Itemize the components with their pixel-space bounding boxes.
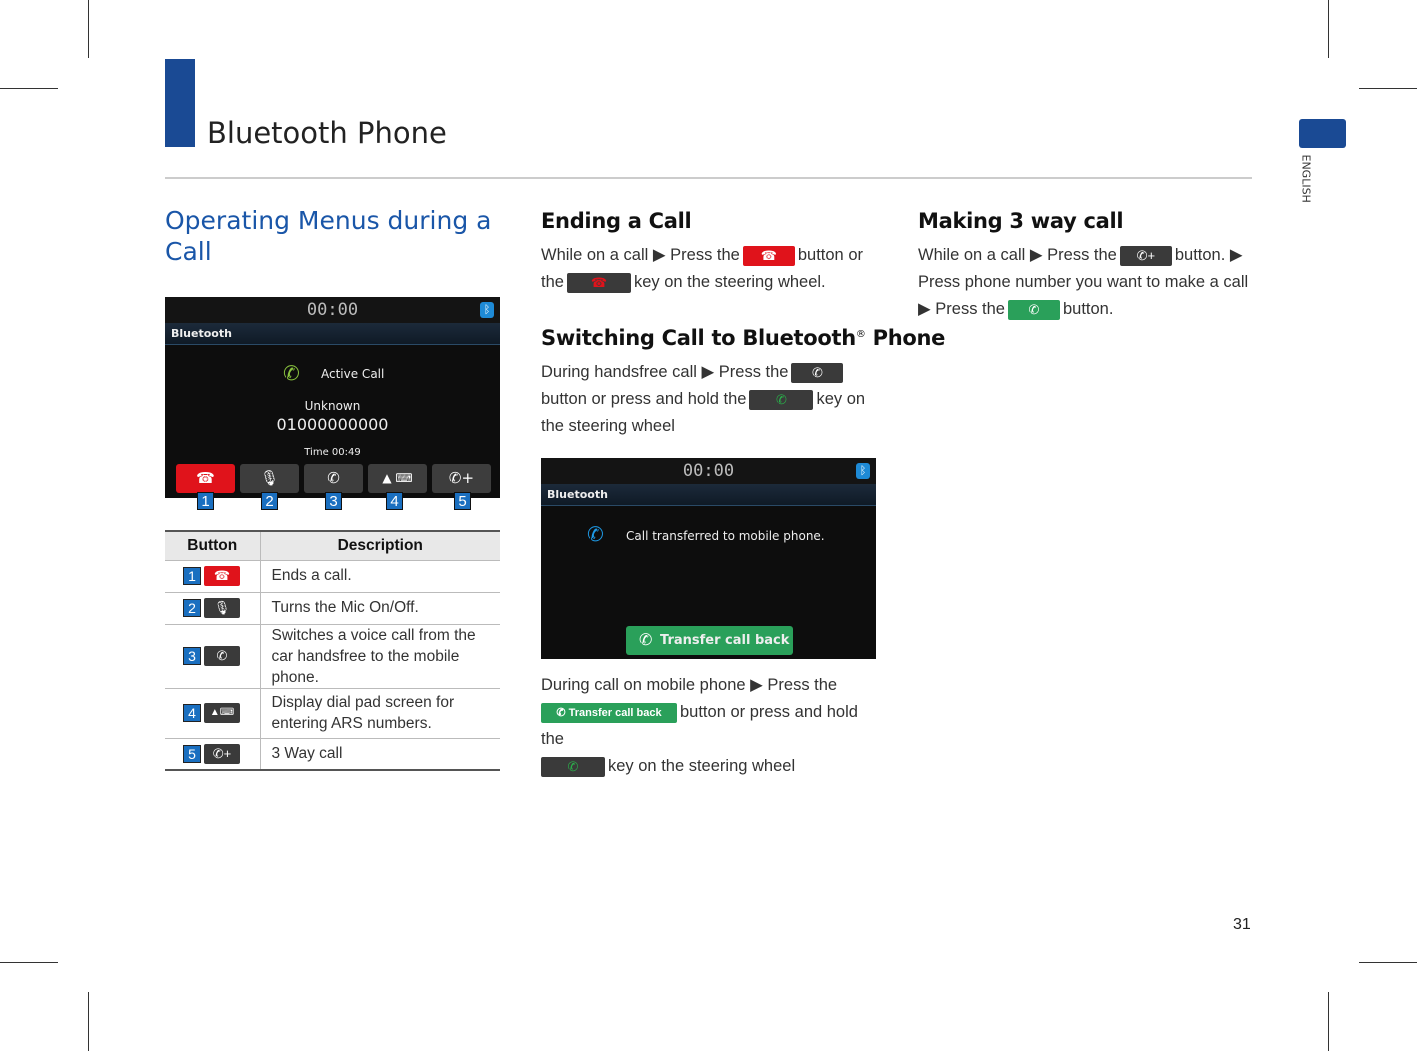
phone-icon: ✆ [639,630,653,649]
heading-3way-call: Making 3 way call [918,209,1124,233]
row-number: 5 [183,744,201,763]
call-icon: ✆ [1007,299,1060,320]
callout-4: 4 [386,492,403,510]
crop-mark [1328,0,1329,58]
chapter-bar [165,59,195,147]
table-row: 4 ▲⌨ Display dial pad screen for entering … [165,687,500,738]
switching-text: During handsfree call ▶ Press the ✆button… [541,359,877,440]
text: During handsfree call ▶ Press the [541,363,789,381]
steering-call-key-icon: ✆ [541,756,605,777]
side-tab [1299,119,1346,148]
row-description: Display dial pad screen for entering ARS… [260,687,500,738]
clock: 00:00 [165,297,500,323]
callout-1: 1 [197,492,214,510]
screen-title-bar: Bluetooth [165,323,500,345]
transfer-call-icon: ✆ [204,646,240,666]
text: Switching Call to Bluetooth [541,326,856,350]
callout-2: 2 [261,492,278,510]
mic-off-button[interactable]: 🎙 [240,464,299,493]
row-description: Turns the Mic On/Off. [260,591,500,624]
row-description: Ends a call. [260,559,500,592]
callout-5: 5 [454,492,471,510]
side-tab-label: ENGLISH [1299,154,1313,203]
dial-pad-icon: ▲⌨ [204,703,240,723]
page-title: Bluetooth Phone [207,116,447,150]
transfer-screen: 00:00 ᛒ Bluetooth ✆ Call transferred to … [541,458,876,659]
text: While on a call ▶ Press the [541,246,740,264]
text: Phone [865,326,946,350]
transfer-back-text: During call on mobile phone ▶ Press the ✆… [541,672,877,780]
heading-ending-call: Ending a Call [541,209,692,233]
add-call-icon: ✆+ [1119,245,1172,266]
table-row: 3 ✆ Switches a voice call from the car han… [165,623,500,688]
text: key on the steering wheel [608,757,796,775]
ending-call-text: While on a call ▶ Press the ☎ button or th… [541,242,877,296]
table-row: 1 ☎ Ends a call. [165,559,500,592]
clock: 00:00 [541,458,876,484]
col-header: Button [165,530,261,560]
button-label: Transfer call back [660,633,790,648]
caller-name: Unknown [304,399,361,413]
steering-call-key-icon: ✆ [749,389,814,410]
end-call-icon: ☎ [742,245,795,266]
row-description: Switches a voice call from the car hands… [260,623,500,688]
caller-number: 01000000000 [276,415,389,434]
call-status: Active Call [321,367,385,381]
transfer-call-back-icon: ✆ Transfer call back [541,702,677,723]
row-number: 1 [183,567,201,585]
header-rule [165,177,1252,179]
row-number: 2 [183,599,201,617]
crop-mark [88,992,89,1051]
transfer-call-icon: ✆ [587,522,604,546]
active-call-screen: 00:00 ᛒ Bluetooth ✆ Active Call Unknown … [165,297,500,498]
text: key on the steering wheel. [633,273,826,291]
dial-pad-button[interactable]: ▲ ⌨ [368,464,427,493]
crop-mark [1328,992,1329,1051]
screen-title-bar: Bluetooth [541,484,876,506]
callout-3: 3 [325,492,342,510]
button-table: Button Description 1 ☎ Ends a call. 2 🎙 Turns… [165,530,500,771]
crop-mark [88,0,89,58]
transfer-call-button[interactable]: ✆ [304,464,363,493]
mic-off-icon: 🎙 [204,598,240,618]
end-call-button[interactable]: ☎ [176,464,235,493]
section-heading: Operating Menus during a Call [165,206,492,266]
row-number: 3 [183,647,201,665]
transfer-call-icon: ✆ [791,362,844,383]
table-row: 2 🎙 Turns the Mic On/Off. [165,591,500,624]
row-description: 3 Way call [260,737,500,770]
crop-mark [1359,88,1417,89]
transfer-message: Call transferred to mobile phone. [626,529,825,543]
row-number: 4 [183,704,201,722]
add-call-button[interactable]: ✆+ [432,464,491,493]
text: Transfer call back [568,706,662,719]
end-call-icon: ☎ [204,566,240,586]
page-number: 31 [1233,916,1251,933]
phone-icon: ✆ [283,361,300,385]
steering-end-key-icon: ☎ [566,272,631,293]
3way-call-text: While on a call ▶ Press the ✆+ button. ▶ P… [918,242,1254,323]
call-time: Time 00:49 [304,447,361,458]
add-call-icon: ✆+ [204,743,240,764]
crop-mark [0,962,58,963]
text: While on a call ▶ Press the [918,246,1117,264]
crop-mark [0,88,58,89]
text: During call on mobile phone ▶ Press the [541,676,838,694]
text: button or press and hold the [541,390,747,408]
bluetooth-icon: ᛒ [480,302,494,318]
table-row: 5 ✆+ 3 Way call [165,737,500,770]
heading-switching: Switching Call to Bluetooth® Phone [541,326,945,350]
text: button. [1062,300,1114,318]
bluetooth-icon: ᛒ [856,463,870,479]
col-header: Description [260,530,500,560]
registered-mark: ® [855,329,866,340]
crop-mark [1359,962,1417,963]
